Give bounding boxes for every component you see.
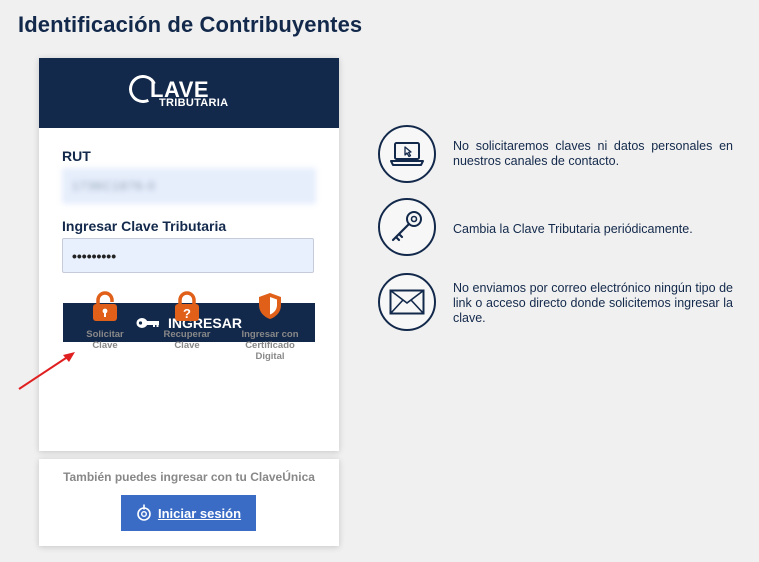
tip-no-solicitamos-claves: No solicitaremos claves ni datos persona… [378, 125, 738, 187]
lock-question-icon: ? [175, 291, 199, 321]
logo-sub-text: TRIBUTARIA [159, 97, 229, 109]
iniciar-sesion-button[interactable]: Iniciar sesión [121, 495, 256, 531]
tip-text: No solicitaremos claves ni datos persona… [453, 139, 733, 168]
login-card: LAVE TRIBUTARIA RUT Ingresar Clave Tribu… [39, 58, 339, 451]
tip-text: No enviamos por correo electrónico ningú… [453, 281, 733, 325]
password-label: Ingresar Clave Tributaria [62, 218, 227, 234]
laptop-cursor-icon [390, 142, 424, 166]
card-header: LAVE TRIBUTARIA [39, 58, 339, 128]
tip-icon-circle [378, 273, 436, 331]
password-masked-value: ••••••••• [72, 248, 117, 264]
recuperar-clave-label: Recuperar Clave [163, 329, 211, 351]
tip-no-enviamos-links: No enviamos por correo electrónico ningú… [378, 273, 738, 335]
page-title: Identificación de Contribuyentes [18, 12, 363, 37]
tip-cambia-clave: Cambia la Clave Tributaria periódicament… [378, 198, 738, 260]
certificado-digital-link[interactable]: Ingresar con Certificado Digital [230, 291, 310, 362]
claveunica-icon [137, 504, 151, 521]
iniciar-sesion-label: Iniciar sesión [157, 505, 242, 521]
rut-label: RUT [62, 148, 91, 164]
key-icon [391, 211, 422, 242]
claveunica-card: También puedes ingresar con tu ClaveÚnic… [39, 459, 339, 546]
tip-icon-circle [378, 198, 436, 256]
tip-icon-circle [378, 125, 436, 183]
clave-tributaria-logo: LAVE TRIBUTARIA [125, 71, 249, 113]
claveunica-text: También puedes ingresar con tu ClaveÚnic… [63, 470, 315, 484]
shield-icon [259, 293, 281, 319]
tip-text: Cambia la Clave Tributaria periódicament… [453, 222, 693, 236]
rut-input[interactable] [62, 168, 316, 204]
auth-actions: Solicitar Clave ? Recuperar Clave Ingresar… [39, 291, 339, 371]
certificado-digital-label: Ingresar con Certificado Digital [241, 329, 299, 362]
recuperar-clave-link[interactable]: ? Recuperar Clave [147, 291, 227, 351]
solicitar-clave-link[interactable]: Solicitar Clave [65, 291, 145, 351]
svg-text:?: ? [183, 306, 191, 321]
envelope-icon [389, 289, 425, 315]
annotation-arrow [18, 352, 75, 390]
lock-open-icon [93, 291, 117, 321]
